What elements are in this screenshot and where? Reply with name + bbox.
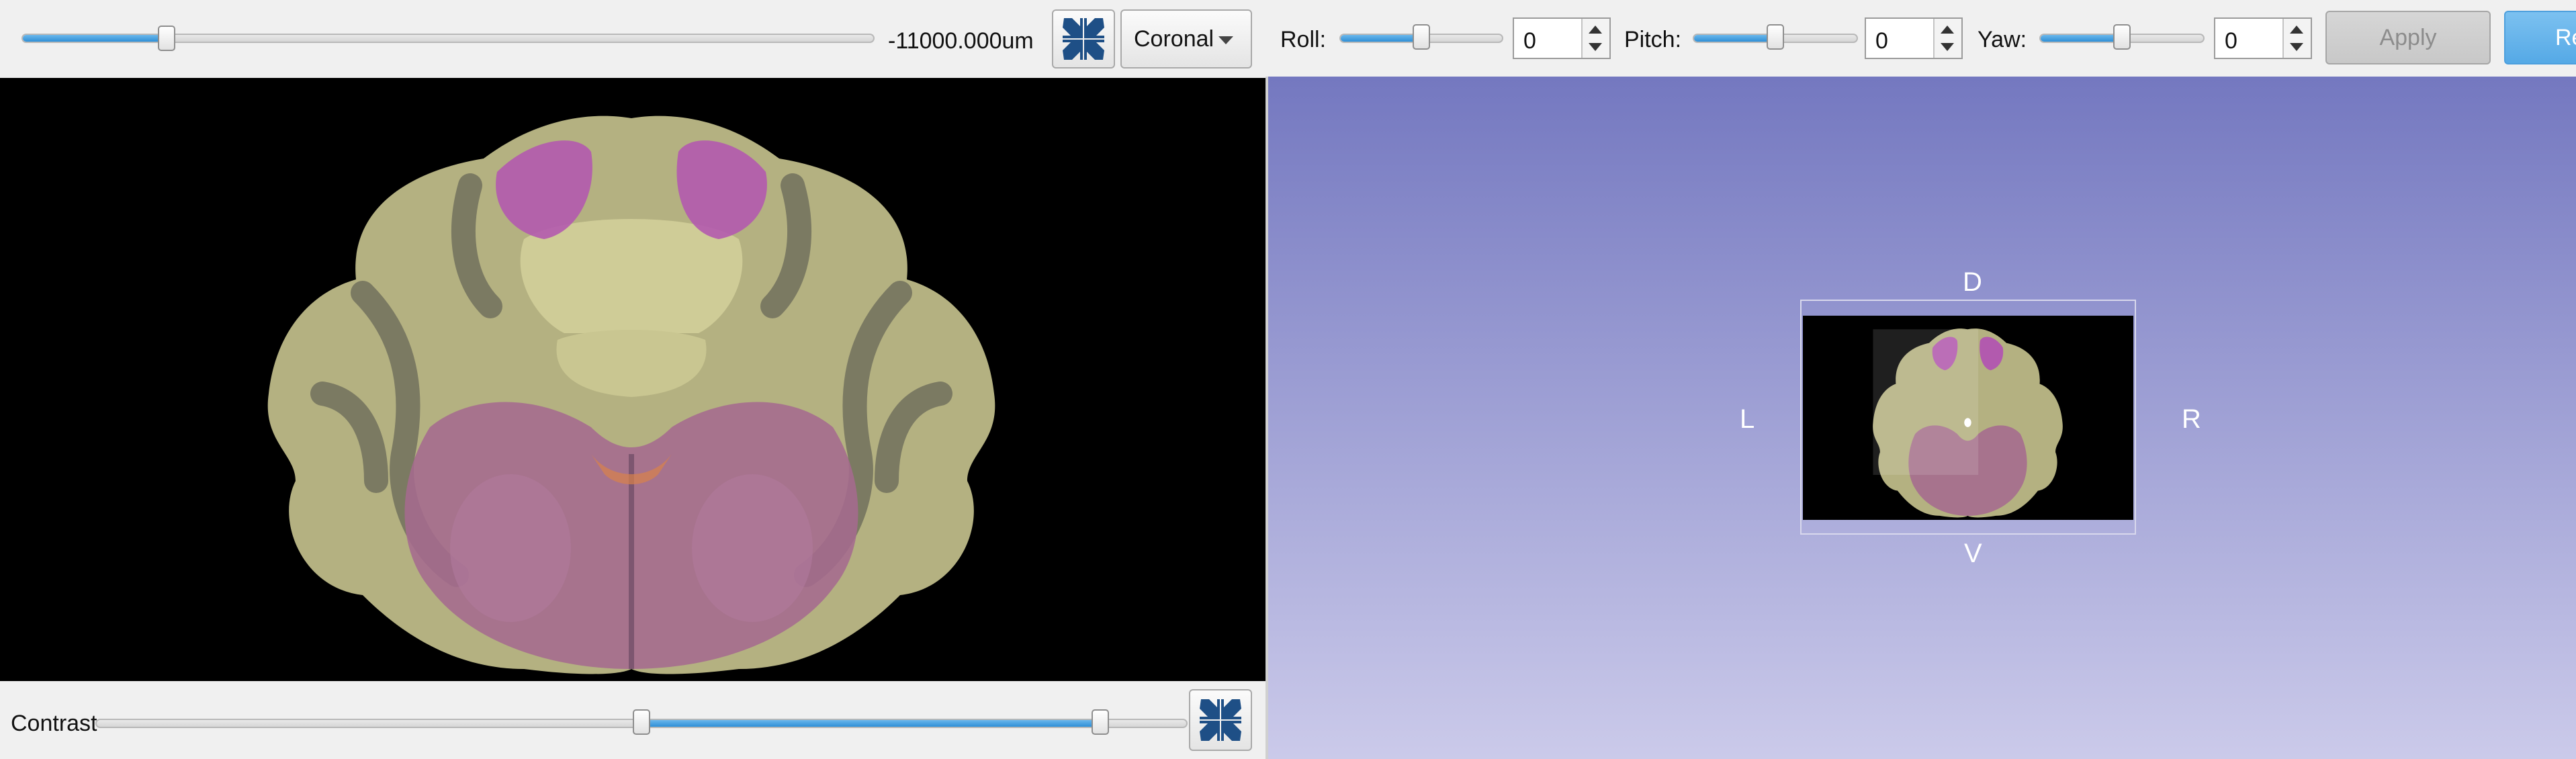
contrast-high-handle[interactable] xyxy=(1091,709,1109,735)
contrast-low-handle[interactable] xyxy=(633,709,650,735)
yaw-spin-arrows[interactable] xyxy=(2282,19,2311,58)
spin-up-icon[interactable] xyxy=(2290,26,2303,34)
yaw-value: 0 xyxy=(2225,28,2237,54)
left-label: L xyxy=(1740,404,1755,434)
yaw-spinbox[interactable]: 0 xyxy=(2214,17,2312,59)
orientation-dropdown[interactable]: Coronal xyxy=(1120,9,1252,69)
yaw-slider-handle[interactable] xyxy=(2113,24,2131,50)
ventral-label: V xyxy=(1964,539,1982,568)
pitch-label: Pitch: xyxy=(1624,27,1682,52)
spin-down-icon[interactable] xyxy=(2290,43,2303,51)
roll-spinbox[interactable]: 0 xyxy=(1513,17,1611,59)
slice-view[interactable] xyxy=(0,78,1265,681)
yaw-slider-fill xyxy=(2041,35,2122,42)
roll-label: Roll: xyxy=(1280,27,1327,52)
reset-button-label: Re xyxy=(2555,24,2576,50)
spin-down-icon[interactable] xyxy=(1589,43,1602,51)
fit-slice-button[interactable] xyxy=(1052,9,1115,69)
apply-button[interactable]: Apply xyxy=(2325,11,2491,64)
spin-down-icon[interactable] xyxy=(1941,43,1954,51)
brainstem-lobe-right xyxy=(692,474,813,622)
slice-offset-fill xyxy=(23,35,168,42)
chevron-down-icon xyxy=(1218,36,1233,44)
pitch-slider-handle[interactable] xyxy=(1767,24,1784,50)
pitch-spin-arrows[interactable] xyxy=(1933,19,1961,58)
plane-shadow xyxy=(1873,329,1979,475)
slice-toolbar: -11000.000um Coronal xyxy=(0,0,1267,78)
slice-plane-brain xyxy=(1873,328,2063,518)
orientation-selected: Coronal xyxy=(1134,26,1214,52)
pitch-spinbox[interactable]: 0 xyxy=(1865,17,1963,59)
right-label: R xyxy=(2182,404,2201,434)
pitch-slider-fill xyxy=(1694,35,1775,42)
coronal-brain-slice xyxy=(267,116,995,674)
roll-slider-handle[interactable] xyxy=(1413,24,1430,50)
rotation-toolbar: Roll: 0 Pitch: 0 Yaw: 0 Apply Re xyxy=(1267,0,2576,77)
contrast-label: Contrast xyxy=(11,711,97,736)
slice-offset-value: -11000.000um xyxy=(888,28,1034,54)
contrast-bar: Contrast xyxy=(0,681,1265,759)
brainstem-lobe-left xyxy=(450,474,571,622)
collapse-arrows-icon xyxy=(1063,18,1104,60)
slice-offset-handle[interactable] xyxy=(157,26,175,51)
yaw-label: Yaw: xyxy=(1978,27,2027,52)
plane-center-marker xyxy=(1964,418,1971,427)
roll-spin-arrows[interactable] xyxy=(1581,19,1609,58)
dorsal-label: D xyxy=(1963,267,1982,297)
spin-up-icon[interactable] xyxy=(1589,26,1602,34)
contrast-range-fill xyxy=(641,720,1100,727)
reset-button[interactable]: Re xyxy=(2504,11,2576,64)
slice-offset-slider[interactable] xyxy=(21,34,875,43)
3d-view[interactable]: D V L R xyxy=(1268,77,2576,759)
roll-slider-fill xyxy=(1341,35,1421,42)
collapse-arrows-icon xyxy=(1200,699,1241,741)
pitch-value: 0 xyxy=(1875,28,1888,54)
slice-plane xyxy=(1803,316,2133,520)
spin-up-icon[interactable] xyxy=(1941,26,1954,34)
roll-value: 0 xyxy=(1523,28,1536,54)
fit-contrast-button[interactable] xyxy=(1189,689,1252,751)
